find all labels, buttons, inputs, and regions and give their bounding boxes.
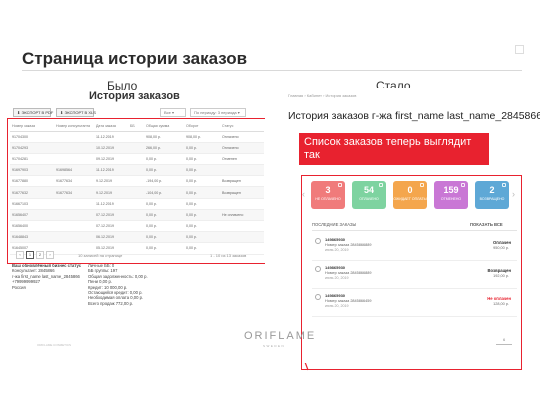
old-page-title: История заказов [89,90,180,102]
page-number: 6 [503,337,506,342]
new-highlight-box [301,175,522,370]
breadcrumb[interactable]: Главная › Кабинет › История заказов [288,93,356,98]
new-page-title: История заказов г-жа first_name last_nam… [288,110,540,122]
footer-copyright: ORIFLAME COSMETICS [37,343,72,347]
page-number-underline [496,344,512,345]
corner-marker [515,45,524,54]
oriflame-logo: ORIFLAME [244,330,317,342]
period-select[interactable]: По периоду: 3 периода ▾ [190,108,246,117]
consultant-country: Россия [12,284,26,290]
slide-title: Страница истории заказов [22,49,248,68]
logo-subtitle: SWEDEN [263,344,286,348]
status-left-column: Ваш обновлённый бизнес статус Консультан… [12,263,81,290]
export-pdf-button[interactable]: ⬇ ЭКСПОРТ В PDF [13,108,53,117]
title-divider [22,70,522,71]
old-toolbar: ⬇ ЭКСПОРТ В PDF ⬇ ЭКСПОРТ В XLS Все ▾ По… [10,108,262,118]
callout-banner: Список заказов теперь выглядит так [299,133,489,165]
chevron-down-icon: ▾ [172,110,175,115]
chevron-down-icon: ▾ [237,110,240,115]
total-sales: Всего продаж 772,00 р. [88,300,134,306]
status-filter-select[interactable]: Все ▾ [160,108,186,117]
old-highlight-box [7,118,268,264]
status-right-column: Личные ББ: 0 ББ группы: 197 Общая задолж… [88,263,148,306]
export-xls-button[interactable]: ⬇ ЭКСПОРТ В XLS [56,108,96,117]
